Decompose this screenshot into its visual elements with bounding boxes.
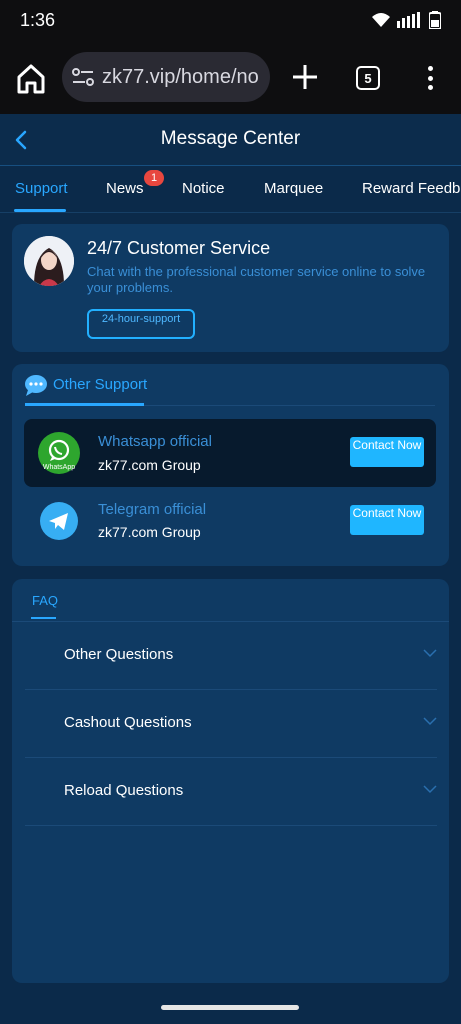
url-text: zk77.vip/home/no xyxy=(102,65,259,88)
contact-group: zk77.com Group xyxy=(98,457,201,473)
active-tab-indicator xyxy=(14,209,66,212)
contact-name: Whatsapp official xyxy=(98,433,212,450)
tab-switcher-button[interactable]: 5 xyxy=(356,66,380,90)
contact-group: zk77.com Group xyxy=(98,524,201,540)
faq-item-label: Cashout Questions xyxy=(64,714,192,731)
customer-service-description: Chat with the professional customer serv… xyxy=(87,264,426,295)
tab-marquee[interactable]: Marquee xyxy=(264,180,323,197)
whatsapp-icon: WhatsApp xyxy=(38,432,80,474)
customer-service-title: 24/7 Customer Service xyxy=(87,238,271,258)
faq-card: FAQ Other Questions Cashout Questions Re… xyxy=(12,579,449,983)
new-tab-icon[interactable] xyxy=(290,62,320,92)
whatsapp-icon-text: WhatsApp xyxy=(43,464,75,471)
wifi-icon xyxy=(372,13,390,27)
other-support-card: Other Support WhatsApp Whatsapp official… xyxy=(12,364,449,566)
chevron-down-icon xyxy=(423,785,437,794)
contact-now-button-telegram[interactable]: Contact Now xyxy=(350,505,424,535)
chevron-down-icon xyxy=(423,717,437,726)
home-icon[interactable] xyxy=(14,62,48,96)
customer-service-card: 24/7 Customer Service Chat with the prof… xyxy=(12,224,449,352)
faq-item-other-questions[interactable]: Other Questions xyxy=(25,622,437,690)
contact-name: Telegram official xyxy=(98,501,207,518)
contact-row-whatsapp[interactable]: WhatsApp Whatsapp official zk77.com Grou… xyxy=(24,419,436,487)
address-bar[interactable]: zk77.vip/home/no xyxy=(62,52,270,102)
other-support-title: Other Support xyxy=(53,376,148,393)
faq-item-label: Other Questions xyxy=(64,646,174,663)
signal-icon xyxy=(397,12,420,28)
agent-avatar xyxy=(24,236,74,286)
browser-toolbar: zk77.vip/home/no 5 xyxy=(0,40,461,114)
24-hour-support-button[interactable]: 24-hour-support xyxy=(87,309,195,339)
chevron-down-icon xyxy=(423,649,437,658)
app-header: Message Center xyxy=(0,114,461,166)
faq-item-reload-questions[interactable]: Reload Questions xyxy=(25,758,437,826)
tab-support[interactable]: Support xyxy=(15,180,68,197)
news-badge: 1 xyxy=(144,170,164,186)
faq-item-cashout-questions[interactable]: Cashout Questions xyxy=(25,690,437,758)
faq-item-label: Reload Questions xyxy=(64,782,184,799)
site-settings-icon[interactable] xyxy=(72,68,94,86)
battery-icon xyxy=(429,11,441,29)
faq-tab-underline xyxy=(31,617,56,619)
status-icons xyxy=(371,11,441,29)
contact-row-telegram[interactable]: Telegram official zk77.com Group Contact… xyxy=(24,487,436,555)
tab-news[interactable]: News xyxy=(106,180,144,197)
tab-notice[interactable]: Notice xyxy=(182,180,225,197)
tab-strip: Support News 1 Notice Marquee Reward Fee… xyxy=(0,167,461,213)
more-options-icon[interactable] xyxy=(420,64,440,92)
chat-bubble-icon xyxy=(25,375,47,396)
page-title: Message Center xyxy=(160,128,301,149)
other-support-underline xyxy=(25,403,144,406)
contact-now-button-whatsapp[interactable]: Contact Now xyxy=(350,437,424,467)
status-time: 1:36 xyxy=(20,9,56,30)
tab-reward-feedback[interactable]: Reward Feedb xyxy=(362,180,460,197)
status-bar: 1:36 xyxy=(0,0,461,40)
telegram-icon xyxy=(40,502,78,540)
faq-tab[interactable]: FAQ xyxy=(32,593,58,608)
home-indicator[interactable] xyxy=(161,1005,299,1010)
